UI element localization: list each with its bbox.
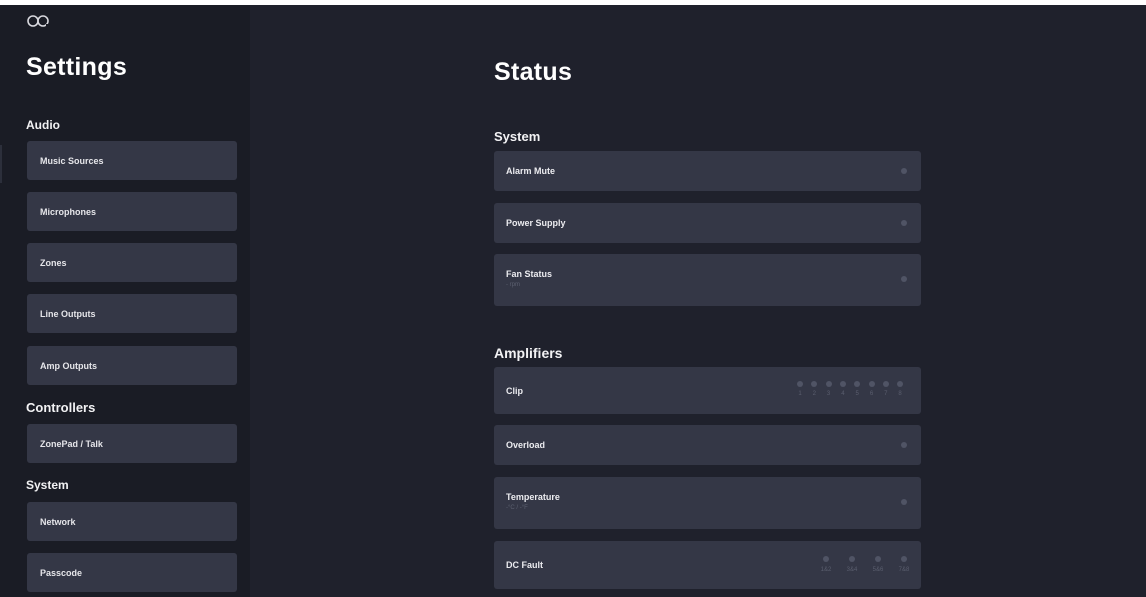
channel-number: 8 xyxy=(898,391,902,397)
group-system-label: System xyxy=(494,129,541,144)
nav-music-sources[interactable]: Music Sources xyxy=(27,141,237,180)
channel-status-dot-icon xyxy=(839,381,846,387)
scroll-edge xyxy=(0,145,2,183)
status-row-fan-status: Fan Status - rpm xyxy=(494,254,921,306)
channel-number: 6 xyxy=(869,391,874,397)
section-controllers: Controllers xyxy=(26,400,96,415)
nav-zonepad-talk[interactable]: ZonePad / Talk xyxy=(27,424,237,463)
channel-status-dot-icon xyxy=(897,381,904,387)
section-system: System xyxy=(26,478,69,492)
nav-amp-outputs[interactable]: Amp Outputs xyxy=(27,346,237,385)
channel-number: 1 xyxy=(798,391,802,397)
channel-status-dot-icon xyxy=(901,556,907,562)
nav-microphones[interactable]: Microphones xyxy=(27,192,237,231)
channel-status-dot-icon xyxy=(849,556,855,562)
channel-number: 2 xyxy=(812,391,816,397)
status-dot-icon xyxy=(901,220,907,226)
channel-status-dot-icon xyxy=(882,381,889,387)
nav-label: Zones xyxy=(40,257,67,268)
row-label: Alarm Mute xyxy=(506,166,556,176)
status-row-temperature: Temperature -°C / -°F xyxy=(494,477,921,529)
nav-label: Microphones xyxy=(40,206,97,217)
status-dot-icon xyxy=(901,168,907,174)
status-row-overload: Overload xyxy=(494,425,921,465)
section-audio: Audio xyxy=(26,118,60,132)
channel-number: 5&6 xyxy=(872,567,884,573)
nav-label: Network xyxy=(40,516,76,527)
nav-network[interactable]: Network xyxy=(27,502,237,541)
channel-status-dot-icon xyxy=(825,381,832,387)
channel-number: 5 xyxy=(855,391,859,397)
channel-status-dot-icon xyxy=(811,381,818,387)
settings-sidebar: Settings Audio Music Sources Microphones… xyxy=(0,5,250,597)
sidebar-title: Settings xyxy=(26,53,128,81)
row-label: Overload xyxy=(506,440,546,450)
channel-status-dot-icon xyxy=(875,556,881,562)
row-sub-value: -°C / -°F xyxy=(506,505,528,511)
status-dot-icon xyxy=(901,499,907,505)
channel-number: 7 xyxy=(884,391,888,397)
row-label: Fan Status xyxy=(506,269,553,279)
channel-number: 7&8 xyxy=(898,567,910,573)
status-row-dc-fault: DC Fault 1&2 3&4 5&6 7&8 xyxy=(494,541,921,589)
infinity-logo-icon xyxy=(27,15,49,27)
nav-label: Amp Outputs xyxy=(40,360,97,371)
status-dot-icon xyxy=(901,276,907,282)
app-window: Settings Audio Music Sources Microphones… xyxy=(0,5,1146,597)
status-row-power-supply: Power Supply xyxy=(494,203,921,243)
status-row-clip: Clip 1 2 3 4 5 6 7 8 xyxy=(494,367,921,414)
nav-label: Passcode xyxy=(40,567,83,578)
group-amplifiers-label: Amplifiers xyxy=(494,345,563,361)
row-label: Temperature xyxy=(506,492,560,502)
row-sub-value: - rpm xyxy=(506,282,520,288)
channel-status-dot-icon xyxy=(868,381,875,387)
channel-number: 3 xyxy=(826,391,831,397)
nav-passcode[interactable]: Passcode xyxy=(27,553,237,592)
channel-status-dot-icon xyxy=(854,381,861,387)
channel-number: 4 xyxy=(841,391,845,397)
nav-label: Music Sources xyxy=(40,155,104,166)
status-dot-icon xyxy=(901,442,907,448)
nav-line-outputs[interactable]: Line Outputs xyxy=(27,294,237,333)
nav-label: ZonePad / Talk xyxy=(40,438,103,449)
nav-zones[interactable]: Zones xyxy=(27,243,237,282)
row-label: DC Fault xyxy=(506,560,543,570)
nav-label: Line Outputs xyxy=(40,308,96,319)
channel-status-dot-icon xyxy=(823,556,829,562)
channel-number: 3&4 xyxy=(846,567,858,573)
row-label: Clip xyxy=(506,386,523,396)
channel-number: 1&2 xyxy=(820,567,832,573)
row-label: Power Supply xyxy=(506,218,566,228)
channel-status-dot-icon xyxy=(797,381,803,387)
page-title: Status xyxy=(494,58,573,86)
status-row-alarm-mute: Alarm Mute xyxy=(494,151,921,191)
